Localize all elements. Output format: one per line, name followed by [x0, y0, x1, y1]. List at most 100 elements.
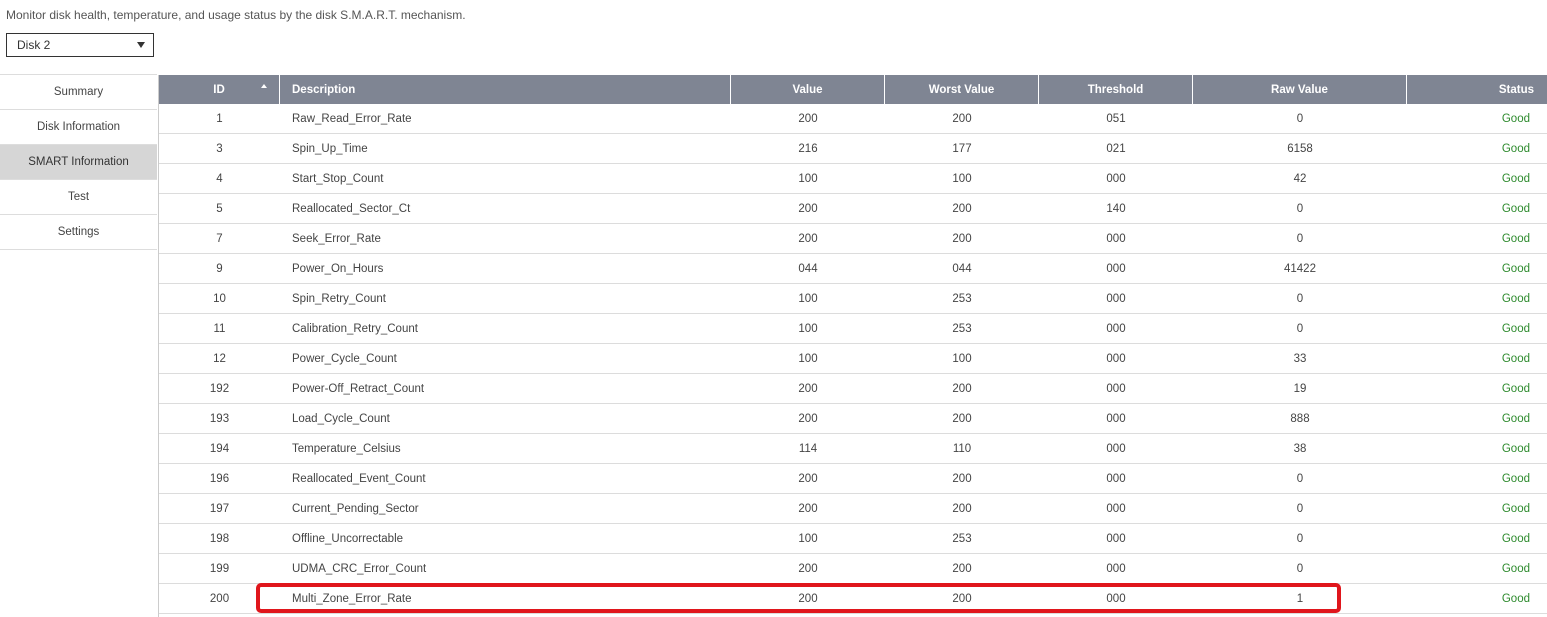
cell-raw-value: 0	[1296, 112, 1304, 125]
cell-worst-value: 200	[952, 502, 972, 515]
column-header-value[interactable]: Value	[731, 75, 885, 104]
table-row[interactable]: 199 UDMA_CRC_Error_Count 200 200 000 0 Good	[159, 554, 1547, 584]
cell-id: 197	[209, 502, 230, 515]
cell-status: Good	[1501, 382, 1530, 395]
cell-status: Good	[1501, 352, 1530, 365]
table-row[interactable]: 3 Spin_Up_Time 216 177 021 6158 Good	[159, 134, 1547, 164]
cell-description: Seek_Error_Rate	[292, 232, 381, 245]
table-row[interactable]: 194 Temperature_Celsius 114 110 000 38 Good	[159, 434, 1547, 464]
column-header-worst-value[interactable]: Worst Value	[885, 75, 1039, 104]
sidebar: Summary Disk Information SMART Informati…	[0, 74, 157, 250]
cell-worst-value: 200	[952, 412, 972, 425]
table-row[interactable]: 11 Calibration_Retry_Count 100 253 000 0 Good	[159, 314, 1547, 344]
table-row[interactable]: 5 Reallocated_Sector_Ct 200 200 140 0 Good	[159, 194, 1547, 224]
cell-raw-value: 38	[1293, 442, 1307, 455]
cell-threshold: 000	[1106, 592, 1126, 605]
table-row[interactable]: 198 Offline_Uncorrectable 100 253 000 0 Good	[159, 524, 1547, 554]
cell-id: 7	[216, 232, 223, 245]
sidebar-item-label: Disk Information	[36, 121, 121, 133]
cell-description: Load_Cycle_Count	[292, 412, 390, 425]
cell-value: 100	[798, 322, 818, 335]
cell-description: Spin_Retry_Count	[292, 292, 386, 305]
cell-value: 200	[798, 232, 818, 245]
cell-description: Calibration_Retry_Count	[292, 322, 418, 335]
cell-value: 200	[798, 382, 818, 395]
cell-threshold: 000	[1106, 292, 1126, 305]
cell-raw-value: 0	[1296, 532, 1304, 545]
disk-select-value: Disk 2	[17, 38, 51, 52]
cell-description: Start_Stop_Count	[292, 172, 384, 185]
cell-worst-value: 100	[952, 172, 972, 185]
sidebar-item-settings[interactable]: Settings	[0, 215, 157, 250]
cell-worst-value: 200	[952, 592, 972, 605]
sidebar-item-test[interactable]: Test	[0, 180, 157, 215]
cell-threshold: 140	[1106, 202, 1126, 215]
cell-status: Good	[1501, 532, 1530, 545]
sidebar-item-label: Summary	[53, 86, 104, 98]
cell-threshold: 000	[1106, 322, 1126, 335]
cell-id: 196	[209, 472, 230, 485]
cell-worst-value: 253	[952, 292, 972, 305]
cell-worst-value: 200	[952, 112, 972, 125]
cell-worst-value: 200	[952, 562, 972, 575]
cell-id: 200	[209, 592, 230, 605]
cell-status: Good	[1501, 172, 1530, 185]
cell-value: 200	[798, 562, 818, 575]
cell-description: Multi_Zone_Error_Rate	[292, 592, 412, 605]
cell-description: Current_Pending_Sector	[292, 502, 419, 515]
cell-value: 114	[798, 442, 818, 455]
table-row[interactable]: 7 Seek_Error_Rate 200 200 000 0 Good	[159, 224, 1547, 254]
cell-status: Good	[1501, 142, 1530, 155]
cell-threshold: 000	[1106, 352, 1126, 365]
disk-select[interactable]: Disk 2	[6, 33, 154, 57]
cell-id: 194	[209, 442, 230, 455]
sidebar-item-smart-information[interactable]: SMART Information	[0, 145, 157, 180]
cell-raw-value: 0	[1296, 292, 1304, 305]
cell-worst-value: 177	[952, 142, 972, 155]
cell-status: Good	[1501, 112, 1530, 125]
cell-raw-value: 1	[1296, 592, 1304, 605]
column-header-description[interactable]: Description	[280, 75, 731, 104]
cell-status: Good	[1501, 202, 1530, 215]
cell-threshold: 000	[1106, 532, 1126, 545]
sidebar-item-label: SMART Information	[28, 156, 129, 168]
sidebar-item-label: Test	[67, 191, 90, 203]
cell-description: Power_On_Hours	[292, 262, 384, 275]
column-header-label: ID	[213, 83, 225, 96]
cell-status: Good	[1501, 292, 1530, 305]
table-row[interactable]: 9 Power_On_Hours 044 044 000 41422 Good	[159, 254, 1547, 284]
table-row[interactable]: 1 Raw_Read_Error_Rate 200 200 051 0 Good	[159, 104, 1547, 134]
column-header-id[interactable]: ID	[159, 75, 280, 104]
cell-id: 3	[216, 142, 223, 155]
cell-worst-value: 200	[952, 472, 972, 485]
sidebar-item-disk-information[interactable]: Disk Information	[0, 110, 157, 145]
cell-status: Good	[1501, 562, 1530, 575]
table-row[interactable]: 12 Power_Cycle_Count 100 100 000 33 Good	[159, 344, 1547, 374]
table-row[interactable]: 197 Current_Pending_Sector 200 200 000 0 Good	[159, 494, 1547, 524]
cell-value: 200	[798, 472, 818, 485]
sidebar-item-summary[interactable]: Summary	[0, 75, 157, 110]
table-row[interactable]: 192 Power-Off_Retract_Count 200 200 000 19 Goo…	[159, 374, 1547, 404]
column-header-status[interactable]: Status	[1407, 75, 1547, 104]
sort-ascending-icon	[261, 84, 267, 88]
column-header-threshold[interactable]: Threshold	[1039, 75, 1193, 104]
cell-value: 200	[798, 112, 818, 125]
cell-threshold: 000	[1106, 172, 1126, 185]
cell-threshold: 000	[1106, 502, 1126, 515]
cell-description: Power_Cycle_Count	[292, 352, 397, 365]
cell-id: 198	[209, 532, 230, 545]
column-header-raw-value[interactable]: Raw Value	[1193, 75, 1407, 104]
cell-threshold: 000	[1106, 382, 1126, 395]
table-row[interactable]: 200 Multi_Zone_Error_Rate 200 200 000 1 Good	[159, 584, 1547, 614]
cell-value: 100	[798, 172, 818, 185]
table-row[interactable]: 193 Load_Cycle_Count 200 200 000 888 Good	[159, 404, 1547, 434]
cell-value: 200	[798, 502, 818, 515]
cell-id: 193	[209, 412, 230, 425]
table-row[interactable]: 10 Spin_Retry_Count 100 253 000 0 Good	[159, 284, 1547, 314]
cell-raw-value: 0	[1296, 472, 1304, 485]
table-row[interactable]: 4 Start_Stop_Count 100 100 000 42 Good	[159, 164, 1547, 194]
cell-value: 100	[798, 292, 818, 305]
cell-status: Good	[1501, 322, 1530, 335]
table-row[interactable]: 196 Reallocated_Event_Count 200 200 000 0 Good	[159, 464, 1547, 494]
cell-status: Good	[1501, 262, 1530, 275]
